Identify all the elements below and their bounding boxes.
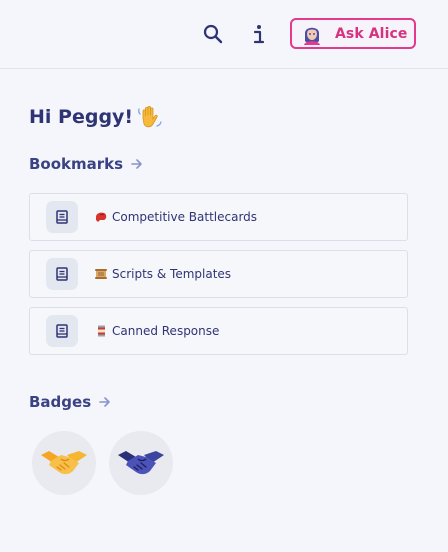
top-bar: Ask Alice (0, 0, 448, 69)
greeting-text: Hi Peggy! (29, 106, 134, 128)
arrow-right-icon (131, 158, 143, 170)
handshake-icon (118, 451, 164, 475)
scroll-icon (94, 268, 108, 280)
ask-alice-label: Ask Alice (335, 25, 408, 42)
badge-handshake-navy[interactable] (109, 431, 173, 495)
badges-heading[interactable]: Badges (29, 393, 111, 411)
boxing-glove-icon (94, 211, 108, 223)
greeting: Hi Peggy! (29, 104, 163, 130)
waving-hand-icon (137, 104, 163, 130)
bookmark-scripts-templates[interactable]: Scripts & Templates (29, 250, 408, 298)
info-icon (253, 25, 265, 44)
bookmark-canned-response[interactable]: Canned Response (29, 307, 408, 355)
ask-alice-button[interactable]: Ask Alice (290, 18, 416, 49)
badges-title: Badges (29, 393, 92, 411)
book-icon (46, 201, 78, 233)
arrow-right-icon (99, 396, 111, 408)
search-button[interactable] (201, 22, 225, 46)
bookmark-label: Scripts & Templates (112, 267, 232, 281)
bookmarks-list: Competitive Battlecards Scripts & Templa… (29, 193, 408, 364)
bookmarks-heading[interactable]: Bookmarks (29, 155, 143, 173)
badge-handshake-gold[interactable] (32, 431, 96, 495)
bookmark-label: Canned Response (112, 324, 220, 338)
info-button[interactable] (247, 22, 271, 46)
book-icon (46, 315, 78, 347)
handshake-icon (41, 451, 87, 475)
canned-food-icon (94, 325, 108, 337)
alice-avatar-icon (302, 23, 322, 45)
bookmark-label: Competitive Battlecards (112, 210, 258, 224)
bookmark-competitive-battlecards[interactable]: Competitive Battlecards (29, 193, 408, 241)
book-icon (46, 258, 78, 290)
bookmarks-title: Bookmarks (29, 155, 124, 173)
search-icon (203, 24, 223, 44)
